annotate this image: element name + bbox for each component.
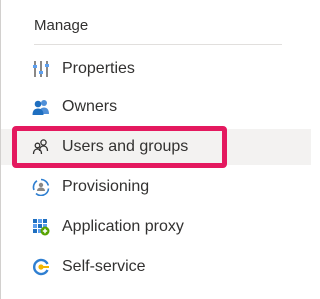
nav-item-label: Owners <box>62 98 118 115</box>
manage-section-header: Manage <box>34 17 89 34</box>
nav-item-owners[interactable]: Owners <box>1 89 311 125</box>
provisioning-icon <box>32 178 50 196</box>
nav-item-label: Users and groups <box>62 138 189 155</box>
nav-item-users-and-groups[interactable]: Users and groups <box>1 129 311 165</box>
users-and-groups-icon <box>32 138 50 156</box>
nav-item-label: Self-service <box>62 258 146 275</box>
nav-item-provisioning[interactable]: Provisioning <box>1 169 311 205</box>
owners-icon <box>32 98 50 116</box>
nav-item-label: Application proxy <box>62 218 184 235</box>
properties-icon <box>32 60 50 78</box>
nav-item-properties[interactable]: Properties <box>1 51 311 87</box>
nav-item-label: Properties <box>62 60 135 77</box>
nav-item-label: Provisioning <box>62 178 150 195</box>
application-proxy-icon <box>32 218 50 236</box>
nav-item-application-proxy[interactable]: Application proxy <box>1 209 311 245</box>
self-service-icon <box>32 258 50 276</box>
section-divider <box>34 44 282 45</box>
nav-item-self-service[interactable]: Self-service <box>1 249 311 285</box>
